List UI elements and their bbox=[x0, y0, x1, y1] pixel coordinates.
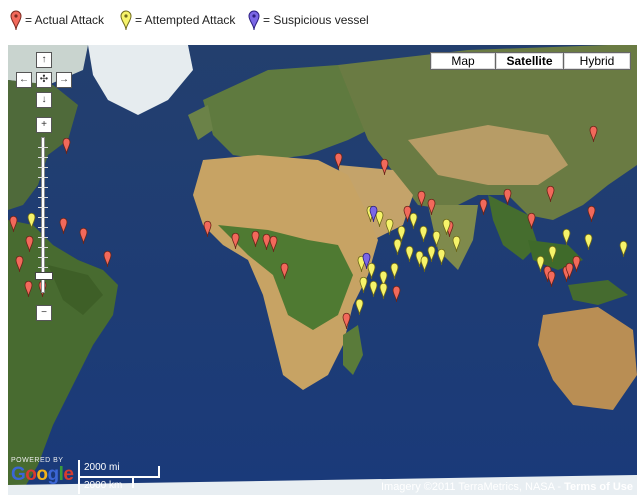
legend-attempted-attack: = Attempted Attack bbox=[120, 9, 235, 31]
scale-bar-tick bbox=[132, 478, 134, 488]
scale-km-label: 2000 km bbox=[84, 480, 123, 491]
zoom-tick bbox=[38, 157, 48, 158]
purple-marker-icon bbox=[248, 10, 260, 31]
google-logo[interactable]: POWERED BY Google bbox=[11, 457, 77, 491]
scale-bar-tick bbox=[158, 466, 160, 476]
scale-bar-line bbox=[78, 476, 160, 478]
legend-suspicious-vessel: = Suspicious vessel bbox=[248, 9, 369, 31]
zoom-out-button[interactable]: − bbox=[36, 305, 52, 321]
zoom-tick bbox=[38, 227, 48, 228]
legend-attempted-label: = Attempted Attack bbox=[135, 13, 236, 27]
pan-right-button[interactable]: → bbox=[56, 72, 72, 88]
world-satellite-imagery bbox=[8, 45, 637, 495]
imagery-copyright: Imagery ©2011 TerraMetrics, NASA - Terms… bbox=[381, 481, 633, 493]
pan-down-button[interactable]: ↓ bbox=[36, 92, 52, 108]
zoom-tick bbox=[38, 167, 48, 168]
zoom-tick bbox=[38, 247, 48, 248]
yellow-marker-icon bbox=[120, 10, 132, 31]
zoom-in-button[interactable]: + bbox=[36, 117, 52, 133]
satellite-map[interactable]: Map Satellite Hybrid ↑ ← ✣ → ↓ + − POWER… bbox=[8, 45, 637, 495]
legend-actual-label: = Actual Attack bbox=[25, 13, 105, 27]
zoom-slider[interactable] bbox=[35, 137, 53, 293]
zoom-slider-thumb[interactable] bbox=[35, 272, 53, 280]
map-type-control: Map Satellite Hybrid bbox=[430, 52, 631, 70]
scale-mi-label: 2000 mi bbox=[84, 462, 120, 473]
scale-bar: 2000 mi 2000 km bbox=[78, 460, 168, 494]
zoom-tick bbox=[38, 187, 48, 188]
map-type-map-button[interactable]: Map bbox=[430, 52, 496, 70]
terms-of-use-link[interactable]: Terms of Use bbox=[564, 481, 633, 493]
legend-actual-attack: = Actual Attack bbox=[10, 9, 104, 31]
pan-left-button[interactable]: ← bbox=[16, 72, 32, 88]
zoom-tick bbox=[38, 257, 48, 258]
zoom-tick bbox=[38, 267, 48, 268]
legend-suspicious-label: = Suspicious vessel bbox=[263, 13, 369, 27]
zoom-tick bbox=[38, 147, 48, 148]
map-type-satellite-button[interactable]: Satellite bbox=[495, 52, 564, 70]
map-legend: = Actual Attack = Attempted Attack = Sus… bbox=[0, 0, 644, 42]
scale-bar-tick bbox=[78, 460, 80, 494]
zoom-tick bbox=[38, 207, 48, 208]
map-type-hybrid-button[interactable]: Hybrid bbox=[563, 52, 631, 70]
zoom-slider-rail bbox=[41, 137, 45, 293]
copyright-text: Imagery ©2011 TerraMetrics, NASA - bbox=[380, 481, 562, 493]
google-wordmark: Google bbox=[11, 464, 74, 485]
powered-by-label: POWERED BY bbox=[11, 457, 64, 464]
zoom-tick bbox=[38, 217, 48, 218]
zoom-tick bbox=[38, 177, 48, 178]
red-marker-icon bbox=[10, 10, 22, 31]
zoom-tick bbox=[38, 197, 48, 198]
pan-center-button[interactable]: ✣ bbox=[36, 72, 52, 88]
pan-up-button[interactable]: ↑ bbox=[36, 52, 52, 68]
zoom-tick bbox=[38, 237, 48, 238]
